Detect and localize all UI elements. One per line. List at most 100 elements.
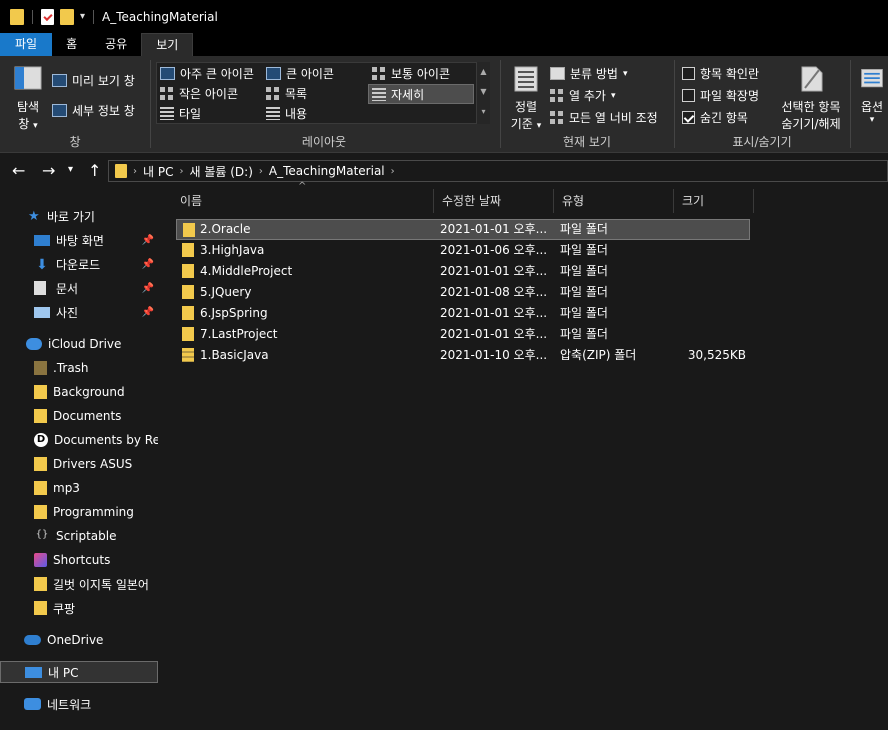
more-icon[interactable]: ▾ <box>477 102 490 122</box>
table-row[interactable]: 7.LastProject 2021-01-01 오후... 파일 폴더 <box>176 324 750 345</box>
breadcrumb-separator-icon[interactable]: › <box>259 166 263 177</box>
pin-icon[interactable]: 📌 <box>142 307 154 318</box>
sidebar-item-drivers-asus[interactable]: Drivers ASUS <box>0 453 158 475</box>
pin-icon[interactable]: 📌 <box>142 283 154 294</box>
sidebar-item-documents-icloud[interactable]: Documents <box>0 405 158 427</box>
sidebar-item-downloads[interactable]: ⬇ 다운로드 📌 <box>0 253 158 275</box>
sidebar-item-background[interactable]: Background <box>0 381 158 403</box>
breadcrumb-separator-icon[interactable]: › <box>391 166 395 177</box>
sidebar-item-quick-access[interactable]: ★ 바로 가기 <box>0 205 158 227</box>
forward-arrow-icon[interactable]: → <box>42 161 55 180</box>
column-header-type[interactable]: 유형 <box>554 189 674 213</box>
navigation-pane-button[interactable]: 탐색 창 ▾ <box>8 64 48 132</box>
back-arrow-icon[interactable]: ← <box>12 161 25 180</box>
layout-small-icons[interactable]: 작은 아이콘 <box>160 85 238 102</box>
options-button[interactable]: 옵션 ▾ <box>856 64 888 125</box>
sidebar-item-mp3[interactable]: mp3 <box>0 477 158 499</box>
file-name: 6.JspSpring <box>200 306 268 320</box>
table-row[interactable]: 6.JspSpring 2021-01-01 오후... 파일 폴더 <box>176 303 750 324</box>
sidebar-item-documents-by-readdle[interactable]: D Documents by Rea <box>0 429 158 451</box>
tab-share[interactable]: 공유 <box>91 33 141 56</box>
sidebar-item-my-pc[interactable]: 내 PC <box>0 661 158 683</box>
hidden-items-toggle[interactable]: 숨긴 항목 <box>682 109 748 126</box>
sidebar-item-label: Documents by Rea <box>54 433 158 447</box>
sidebar-item-label: 다운로드 <box>56 257 101 272</box>
table-row[interactable]: 2.Oracle 2021-01-01 오후... 파일 폴더 <box>176 219 750 240</box>
layout-list[interactable]: 목록 <box>266 85 307 102</box>
fit-columns-button[interactable]: 모든 열 너비 조정 <box>550 109 658 126</box>
sidebar-item-programming[interactable]: Programming <box>0 501 158 523</box>
sidebar-item-network[interactable]: 네트워크 <box>0 693 158 715</box>
navigation-pane-icon <box>14 66 42 90</box>
customize-toolbar-icon[interactable]: ▾ <box>80 11 85 22</box>
sidebar-item-scriptable[interactable]: {} Scriptable <box>0 525 158 547</box>
document-icon <box>34 281 46 295</box>
sidebar-item-gilbut-japanese[interactable]: 길벗 이지톡 일본어 <box>0 573 158 595</box>
sidebar-item-desktop[interactable]: 바탕 화면 📌 <box>0 229 158 251</box>
add-columns-button[interactable]: 열 추가 ▾ <box>550 87 615 104</box>
table-row[interactable]: 1.BasicJava 2021-01-10 오후... 압축(ZIP) 폴더 … <box>176 345 750 366</box>
file-extensions-checkbox[interactable] <box>682 89 695 102</box>
breadcrumb-volume-d[interactable]: 새 볼륨 (D:) <box>189 163 252 180</box>
hide-selected-label: 선택한 항목 <box>781 100 841 114</box>
pin-icon[interactable]: 📌 <box>142 259 154 270</box>
tab-view[interactable]: 보기 <box>141 33 194 56</box>
download-icon: ⬇ <box>36 257 48 273</box>
up-arrow-icon[interactable]: ↑ <box>88 161 101 180</box>
item-checkboxes-checkbox[interactable] <box>682 67 695 80</box>
breadcrumb-separator-icon[interactable]: › <box>133 166 137 177</box>
folder-icon <box>34 481 47 495</box>
sidebar-item-pictures[interactable]: 사진 📌 <box>0 301 158 323</box>
scroll-down-icon[interactable]: ▼ <box>477 82 490 102</box>
sidebar-item-icloud-drive[interactable]: iCloud Drive <box>0 333 158 355</box>
group-by-button[interactable]: 분류 방법 ▾ <box>550 65 628 82</box>
sort-by-button[interactable]: 정렬 기준 ▾ <box>506 64 546 132</box>
folder-icon <box>34 457 47 471</box>
file-type: 파일 폴더 <box>560 264 608 278</box>
details-pane-button[interactable]: 세부 정보 창 <box>52 102 135 119</box>
scroll-up-icon[interactable]: ▲ <box>477 62 490 82</box>
layout-details[interactable]: 자세히 <box>372 86 424 103</box>
preview-pane-button[interactable]: 미리 보기 창 <box>52 72 135 89</box>
pin-icon[interactable]: 📌 <box>142 235 154 246</box>
new-folder-icon[interactable] <box>60 8 74 25</box>
breadcrumb-teaching-material[interactable]: A_TeachingMaterial <box>269 164 385 178</box>
sidebar-item-label: Drivers ASUS <box>53 457 133 471</box>
hide-selected-button[interactable]: 선택한 항목 숨기기/해제 <box>774 64 848 132</box>
sidebar-item-coupang[interactable]: 쿠팡 <box>0 597 158 619</box>
column-header-modified[interactable]: 수정한 날짜 <box>434 189 554 213</box>
recent-locations-icon[interactable]: ▾ <box>68 164 73 175</box>
layout-group-label: 레이아웃 <box>301 135 347 149</box>
layout-medium-icons[interactable]: 보통 아이콘 <box>372 65 450 82</box>
folder-icon <box>34 361 47 375</box>
tab-file[interactable]: 파일 <box>0 33 53 56</box>
table-row[interactable]: 5.JQuery 2021-01-08 오후... 파일 폴더 <box>176 282 750 303</box>
folder-icon <box>115 164 127 178</box>
sort-by-icon <box>514 66 538 92</box>
sidebar-item-trash[interactable]: .Trash <box>0 357 158 379</box>
breadcrumb-separator-icon[interactable]: › <box>179 166 183 177</box>
icloud-icon <box>26 338 42 350</box>
sidebar-item-label: 쿠팡 <box>53 601 76 616</box>
breadcrumb-my-pc[interactable]: 내 PC <box>143 163 173 180</box>
sidebar-item-onedrive[interactable]: OneDrive <box>0 629 158 651</box>
layout-content[interactable]: 내용 <box>266 105 307 122</box>
table-row[interactable]: 3.HighJava 2021-01-06 오후... 파일 폴더 <box>176 240 750 261</box>
sidebar-item-documents[interactable]: 문서 📌 <box>0 277 158 299</box>
window-title: A_TeachingMaterial <box>102 9 218 24</box>
column-header-name[interactable]: 이름 <box>172 189 434 213</box>
layout-tiles[interactable]: 타일 <box>160 105 201 122</box>
tab-home[interactable]: 홈 <box>52 33 91 56</box>
table-row[interactable]: 4.MiddleProject 2021-01-01 오후... 파일 폴더 <box>176 261 750 282</box>
address-bar[interactable]: › 내 PC › 새 볼륨 (D:) › A_TeachingMaterial … <box>108 160 888 182</box>
column-header-size[interactable]: 크기 <box>674 189 754 213</box>
properties-icon[interactable] <box>41 8 54 25</box>
layout-large-icons[interactable]: 큰 아이콘 <box>266 65 334 82</box>
file-type: 파일 폴더 <box>560 285 608 299</box>
layout-gallery-scroll[interactable]: ▲ ▼ ▾ <box>476 62 490 124</box>
sidebar-item-shortcuts[interactable]: Shortcuts <box>0 549 158 571</box>
item-checkboxes-toggle[interactable]: 항목 확인란 <box>682 65 759 82</box>
file-extensions-toggle[interactable]: 파일 확장명 <box>682 87 759 104</box>
hidden-items-checkbox[interactable] <box>682 111 695 124</box>
layout-extra-large-icons[interactable]: 아주 큰 아이콘 <box>160 65 254 82</box>
